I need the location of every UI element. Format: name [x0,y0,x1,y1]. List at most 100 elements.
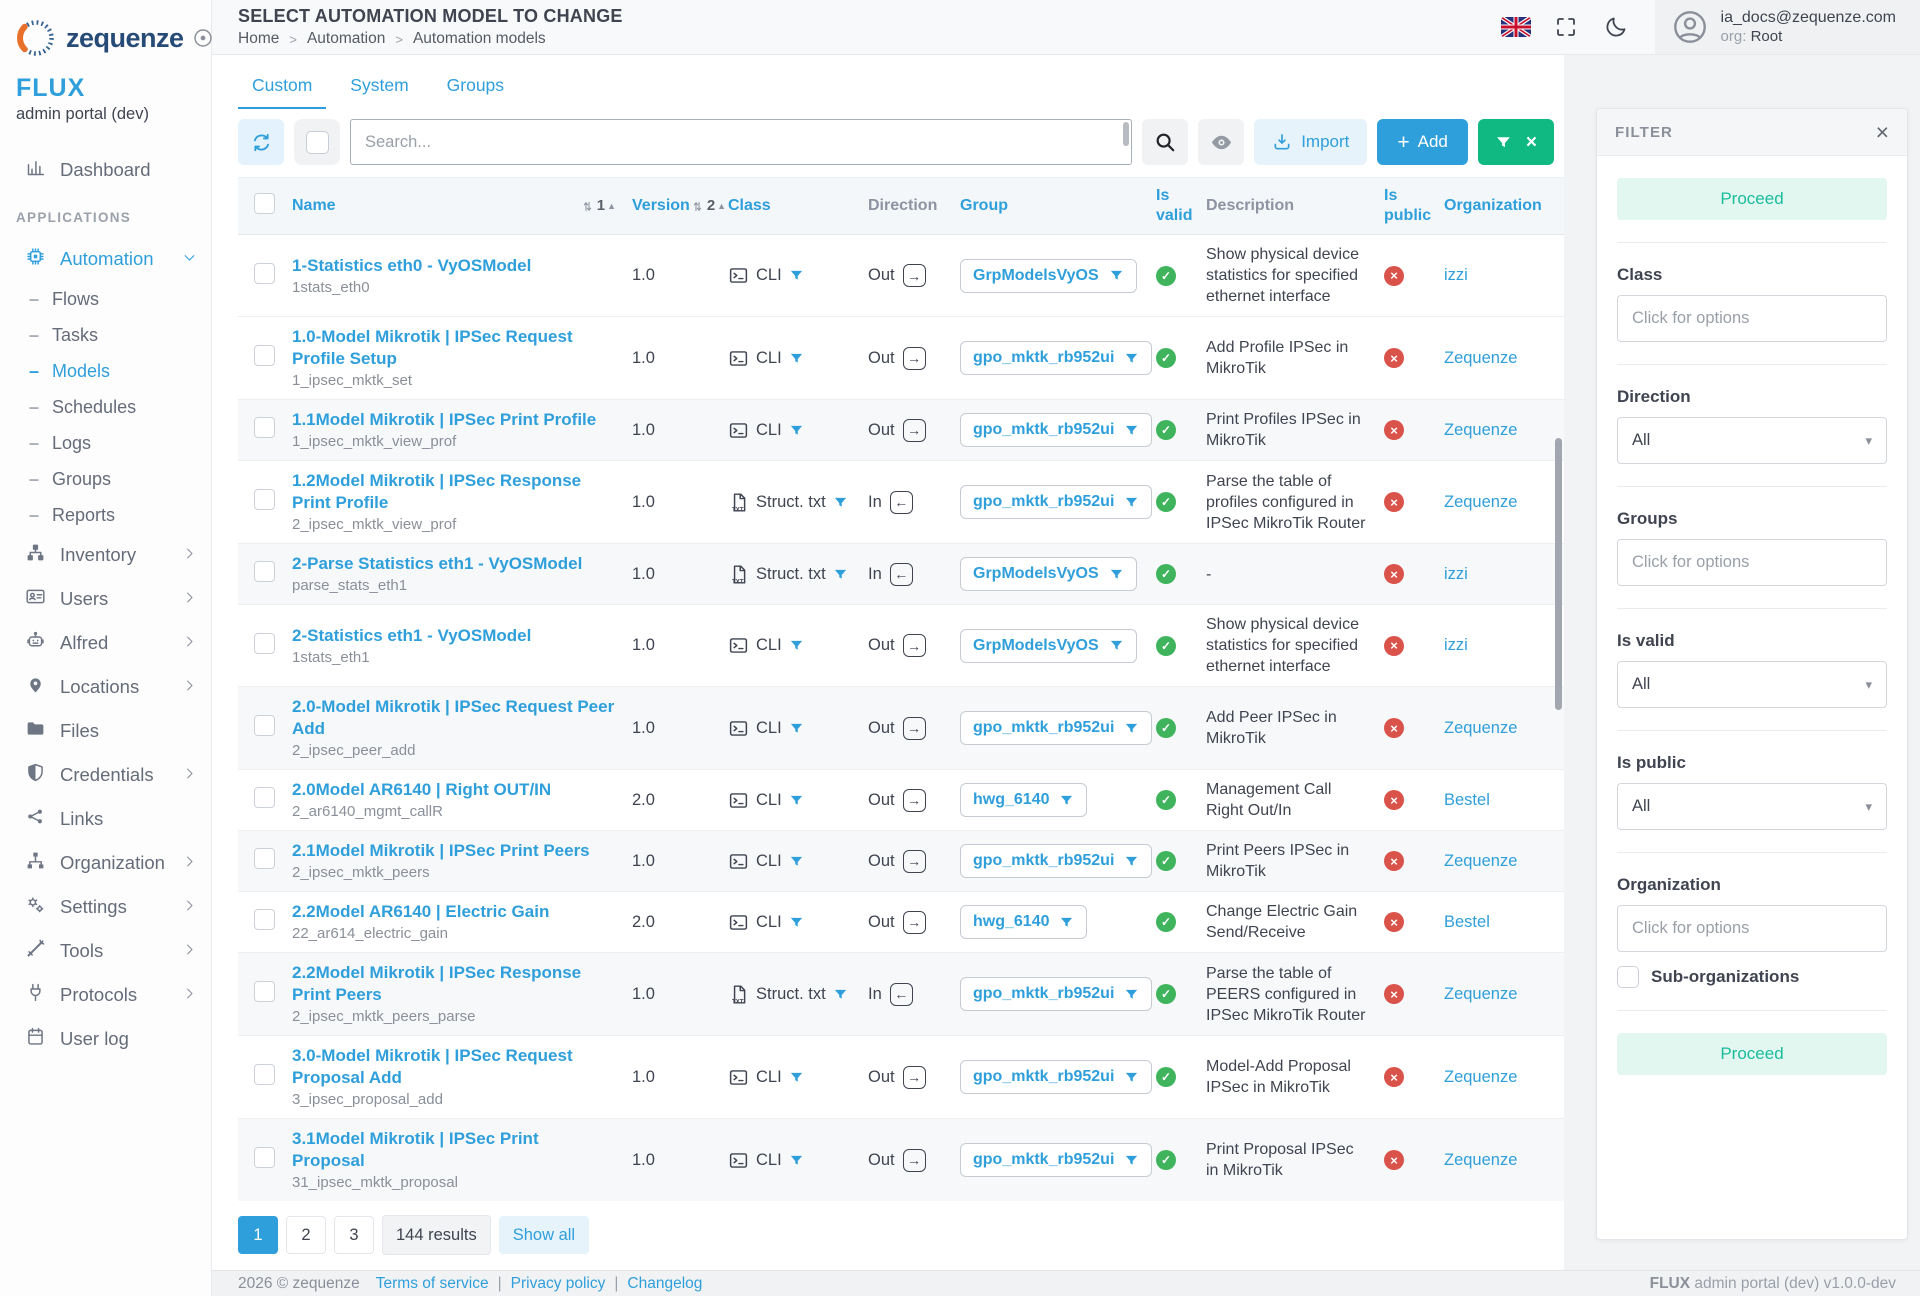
organization-link[interactable]: Zequenze [1444,1151,1517,1169]
model-name-link[interactable]: 2.0-Model Mikrotik | IPSec Request Peer … [292,696,616,740]
filter-toggle-button[interactable]: × [1478,119,1554,165]
sidebar-item-tools[interactable]: Tools [0,929,211,973]
filter-input-organization[interactable] [1617,905,1887,952]
tab-custom[interactable]: Custom [238,67,326,109]
tab-groups[interactable]: Groups [433,67,518,109]
sidebar-item-inventory[interactable]: Inventory [0,533,211,577]
model-name-link[interactable]: 2-Parse Statistics eth1 - VyOSModel [292,553,616,575]
class-filter-icon[interactable] [833,987,848,1002]
organization-link[interactable]: izzi [1444,266,1468,284]
search-input[interactable] [350,119,1132,165]
sidebar-item-alfred[interactable]: Alfred [0,621,211,665]
class-filter-icon[interactable] [789,721,804,736]
sidebar-item-locations[interactable]: Locations [0,665,211,709]
group-button[interactable]: gpo_mktk_rb952ui [960,1060,1152,1094]
filter-proceed-button-bottom[interactable]: Proceed [1617,1033,1887,1075]
sidebar-subitem-tasks[interactable]: –Tasks [0,317,211,353]
search-button[interactable] [1142,119,1188,165]
group-button[interactable]: GrpModelsVyOS [960,629,1137,663]
group-button[interactable]: gpo_mktk_rb952ui [960,844,1152,878]
sidebar-collapse-icon[interactable] [192,27,214,49]
organization-link[interactable]: Zequenze [1444,1068,1517,1086]
row-checkbox[interactable] [254,561,275,582]
sidebar-subitem-logs[interactable]: –Logs [0,425,211,461]
class-filter-icon[interactable] [789,793,804,808]
group-button[interactable]: gpo_mktk_rb952ui [960,413,1152,447]
page-button-2[interactable]: 2 [286,1216,326,1254]
organization-link[interactable]: Zequenze [1444,985,1517,1003]
organization-link[interactable]: Bestel [1444,791,1490,809]
row-checkbox[interactable] [254,633,275,654]
filter-input-class[interactable] [1617,295,1887,342]
sidebar-item-settings[interactable]: Settings [0,885,211,929]
model-name-link[interactable]: 2.1Model Mikrotik | IPSec Print Peers [292,840,616,862]
breadcrumb-item-automation[interactable]: Automation [307,30,385,48]
tab-system[interactable]: System [336,67,422,109]
refresh-button[interactable] [238,119,284,165]
import-button[interactable]: Import [1254,119,1367,165]
show-all-button[interactable]: Show all [499,1216,589,1254]
sidebar-subitem-flows[interactable]: –Flows [0,281,211,317]
class-filter-icon[interactable] [789,1070,804,1085]
filter-select-direction[interactable]: All▾ [1617,417,1887,464]
dark-mode-moon-icon[interactable] [1604,15,1628,39]
sidebar-item-links[interactable]: Links [0,797,211,841]
class-filter-icon[interactable] [789,638,804,653]
page-button-1[interactable]: 1 [238,1216,278,1254]
model-name-link[interactable]: 1.2Model Mikrotik | IPSec Response Print… [292,470,616,514]
filter-close-icon[interactable]: × [1876,121,1889,144]
add-button[interactable]: + Add [1377,119,1468,165]
sort-indicator[interactable]: 1▲ [580,196,616,216]
organization-link[interactable]: Bestel [1444,913,1490,931]
sidebar-item-protocols[interactable]: Protocols [0,973,211,1017]
select-all-checkbox[interactable] [306,131,329,154]
preview-eye-button[interactable] [1198,119,1244,165]
sidebar-subitem-schedules[interactable]: –Schedules [0,389,211,425]
model-name-link[interactable]: 1.1Model Mikrotik | IPSec Print Profile [292,409,616,431]
row-checkbox[interactable] [254,981,275,1002]
select-all-rows-checkbox[interactable] [254,193,275,214]
column-header-is_valid[interactable]: Is valid [1148,178,1198,235]
row-checkbox[interactable] [254,489,275,510]
sort-indicator[interactable]: 2▲ [690,196,726,216]
row-checkbox[interactable] [254,787,275,808]
model-name-link[interactable]: 2-Statistics eth1 - VyOSModel [292,625,616,647]
class-filter-icon[interactable] [789,854,804,869]
sidebar-subitem-reports[interactable]: –Reports [0,497,211,533]
filter-select-is-public[interactable]: All▾ [1617,783,1887,830]
column-header-name[interactable]: Name1▲ [284,178,624,235]
column-header-group[interactable]: Group [952,178,1148,235]
row-checkbox[interactable] [254,1064,275,1085]
sidebar-item-user-log[interactable]: User log [0,1017,211,1061]
footer-link-terms-of-service[interactable]: Terms of service [376,1275,489,1293]
class-filter-icon[interactable] [789,423,804,438]
filter-select-is-valid[interactable]: All▾ [1617,661,1887,708]
organization-link[interactable]: Zequenze [1444,349,1517,367]
sidebar-item-files[interactable]: Files [0,709,211,753]
model-name-link[interactable]: 3.0-Model Mikrotik | IPSec Request Propo… [292,1045,616,1089]
organization-link[interactable]: Zequenze [1444,493,1517,511]
language-flag-icon[interactable] [1501,17,1531,37]
page-button-3[interactable]: 3 [334,1216,374,1254]
row-checkbox[interactable] [254,345,275,366]
row-checkbox[interactable] [254,848,275,869]
table-scrollbar[interactable] [1555,438,1562,710]
organization-link[interactable]: izzi [1444,565,1468,583]
class-filter-icon[interactable] [789,351,804,366]
group-button[interactable]: GrpModelsVyOS [960,557,1137,591]
organization-link[interactable]: Zequenze [1444,852,1517,870]
class-filter-icon[interactable] [833,495,848,510]
row-checkbox[interactable] [254,263,275,284]
organization-link[interactable]: Zequenze [1444,421,1517,439]
group-button[interactable]: hwg_6140 [960,783,1087,817]
model-name-link[interactable]: 1.0-Model Mikrotik | IPSec Request Profi… [292,326,616,370]
group-button[interactable]: gpo_mktk_rb952ui [960,711,1152,745]
row-checkbox[interactable] [254,715,275,736]
column-header-organization[interactable]: Organization [1436,178,1564,235]
sidebar-subitem-groups[interactable]: –Groups [0,461,211,497]
user-menu[interactable]: ia_docs@zequenze.com org: Root [1655,0,1920,54]
model-name-link[interactable]: 2.2Model Mikrotik | IPSec Response Print… [292,962,616,1006]
class-filter-icon[interactable] [789,1153,804,1168]
group-button[interactable]: GrpModelsVyOS [960,259,1137,293]
group-button[interactable]: gpo_mktk_rb952ui [960,485,1152,519]
